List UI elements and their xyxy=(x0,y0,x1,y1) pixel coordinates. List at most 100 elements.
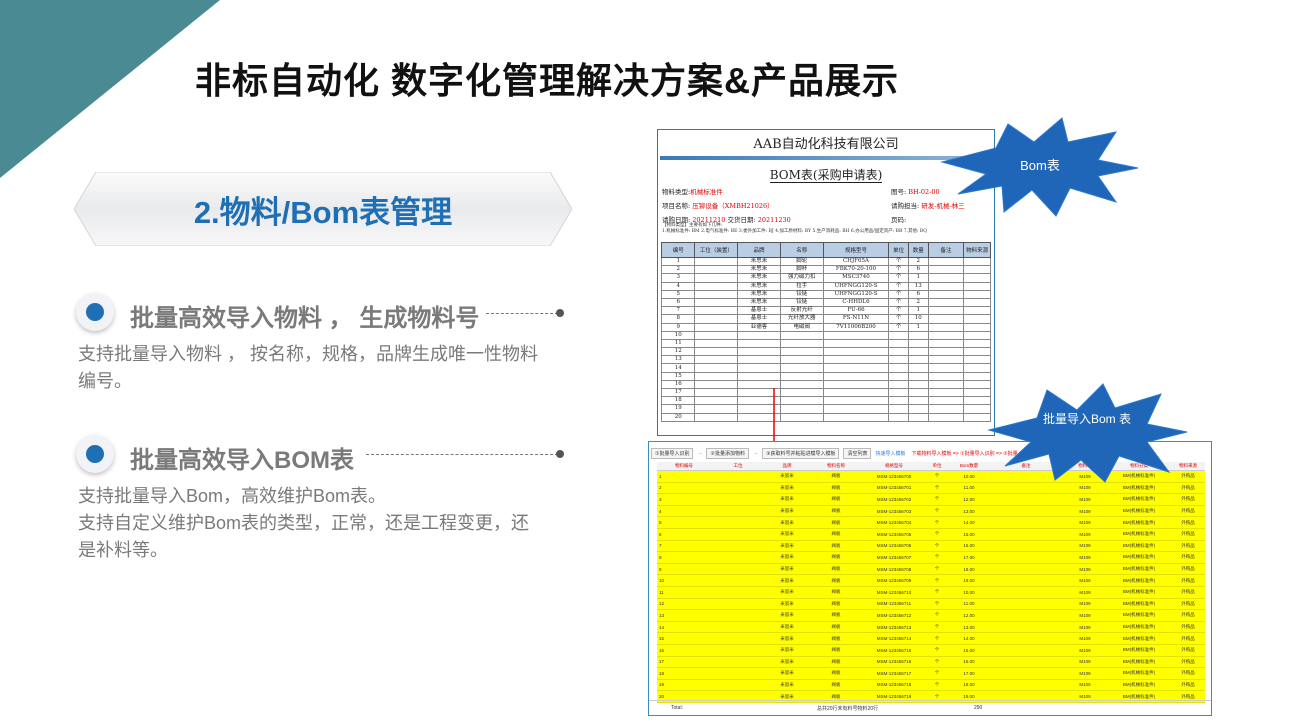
table-row[interactable]: 17 米思米 阀板 MSM-123456716 个 16.00 M109 BM(机械标准件) 外… xyxy=(657,656,1205,669)
table-row[interactable]: 19 米思米 阀板 MSM-123456718 个 18.00 M109 BM(机械标准件) 外… xyxy=(657,679,1205,692)
table-cell[interactable]: 阀板 xyxy=(809,540,863,553)
table-cell[interactable]: M109 xyxy=(1063,574,1107,587)
table-cell[interactable]: 阀板 xyxy=(809,493,863,506)
table-cell[interactable]: M109 xyxy=(1063,505,1107,518)
table-cell[interactable] xyxy=(989,679,1063,692)
table-cell[interactable]: M109 xyxy=(1063,598,1107,611)
table-cell[interactable] xyxy=(989,574,1063,587)
table-cell[interactable]: M109 xyxy=(1063,493,1107,506)
table-cell[interactable]: 外购品 xyxy=(1171,644,1205,657)
table-cell[interactable]: 阀板 xyxy=(809,470,863,483)
table-cell[interactable]: MSM-123456707 xyxy=(863,551,925,564)
table-cell[interactable] xyxy=(989,644,1063,657)
table-cell[interactable]: 外购品 xyxy=(1171,563,1205,576)
table-cell[interactable]: 17 xyxy=(657,656,711,669)
table-cell[interactable]: BM(机械标准件) xyxy=(1107,551,1171,564)
table-cell[interactable]: MSM-123456718 xyxy=(863,679,925,692)
table-cell[interactable] xyxy=(989,528,1063,541)
table-cell[interactable]: 个 xyxy=(925,505,949,518)
table-row[interactable]: 10 米思米 阀板 MSM-123456709 个 19.00 M109 BM(机械标准件) 外… xyxy=(657,574,1205,587)
import-col-header[interactable]: 规格型号 xyxy=(863,462,925,471)
table-cell[interactable]: M109 xyxy=(1063,551,1107,564)
table-cell[interactable]: BM(机械标准件) xyxy=(1107,516,1171,529)
table-cell[interactable] xyxy=(989,493,1063,506)
table-cell[interactable]: 个 xyxy=(925,598,949,611)
toolbar-button[interactable]: ①批量导入识别 xyxy=(651,447,694,459)
table-cell[interactable]: 个 xyxy=(925,632,949,645)
toolbar-button[interactable]: ②批量添加物料 xyxy=(706,447,749,459)
table-cell[interactable]: BM(机械标准件) xyxy=(1107,540,1171,553)
table-cell[interactable]: 18.00 xyxy=(949,679,989,692)
table-cell[interactable]: M109 xyxy=(1063,516,1107,529)
table-cell[interactable]: 9 xyxy=(657,563,711,576)
table-cell[interactable]: BM(机械标准件) xyxy=(1107,586,1171,599)
table-cell[interactable] xyxy=(711,528,765,541)
table-cell[interactable]: 个 xyxy=(925,586,949,599)
table-cell[interactable]: M109 xyxy=(1063,540,1107,553)
table-cell[interactable]: 15.00 xyxy=(949,528,989,541)
table-cell[interactable]: M109 xyxy=(1063,563,1107,576)
table-cell[interactable]: 米思米 xyxy=(765,540,809,553)
table-cell[interactable]: 个 xyxy=(925,644,949,657)
table-cell[interactable]: 个 xyxy=(925,656,949,669)
table-cell[interactable]: 米思米 xyxy=(765,598,809,611)
table-cell[interactable]: MSM-123456708 xyxy=(863,563,925,576)
table-cell[interactable]: 个 xyxy=(925,482,949,495)
table-cell[interactable]: 米思米 xyxy=(765,679,809,692)
table-cell[interactable]: MSM-123456715 xyxy=(863,644,925,657)
table-cell[interactable]: 阀板 xyxy=(809,482,863,495)
table-cell[interactable]: 米思米 xyxy=(765,493,809,506)
table-cell[interactable] xyxy=(989,609,1063,622)
table-cell[interactable]: 米思米 xyxy=(765,667,809,680)
table-cell[interactable]: M109 xyxy=(1063,679,1107,692)
table-cell[interactable]: M109 xyxy=(1063,621,1107,634)
table-cell[interactable] xyxy=(711,505,765,518)
table-cell[interactable]: M109 xyxy=(1063,667,1107,680)
table-cell[interactable]: MSM-123456716 xyxy=(863,656,925,669)
table-cell[interactable] xyxy=(711,667,765,680)
table-cell[interactable]: 米思米 xyxy=(765,551,809,564)
table-cell[interactable]: 12.00 xyxy=(949,493,989,506)
table-cell[interactable]: 个 xyxy=(925,667,949,680)
table-cell[interactable]: 米思米 xyxy=(765,563,809,576)
table-cell[interactable]: 18 xyxy=(657,667,711,680)
table-cell[interactable]: 5 xyxy=(657,516,711,529)
table-cell[interactable]: 外购品 xyxy=(1171,632,1205,645)
table-cell[interactable]: 19.00 xyxy=(949,574,989,587)
table-cell[interactable]: BM(机械标准件) xyxy=(1107,598,1171,611)
table-cell[interactable]: 7 xyxy=(657,540,711,553)
table-row[interactable]: 14 米思米 阀板 MSM-123456713 个 13.00 M109 BM(机械标准件) 外… xyxy=(657,621,1205,634)
table-cell[interactable]: 外购品 xyxy=(1171,540,1205,553)
table-cell[interactable]: BM(机械标准件) xyxy=(1107,621,1171,634)
table-cell[interactable]: 个 xyxy=(925,679,949,692)
table-cell[interactable]: BM(机械标准件) xyxy=(1107,528,1171,541)
table-cell[interactable]: 阀板 xyxy=(809,551,863,564)
table-cell[interactable] xyxy=(989,551,1063,564)
table-cell[interactable] xyxy=(989,563,1063,576)
table-cell[interactable]: 15.00 xyxy=(949,644,989,657)
table-cell[interactable]: 米思米 xyxy=(765,470,809,483)
table-cell[interactable]: 外购品 xyxy=(1171,516,1205,529)
table-cell[interactable]: 个 xyxy=(925,551,949,564)
table-cell[interactable] xyxy=(711,656,765,669)
table-cell[interactable]: 17.00 xyxy=(949,667,989,680)
table-cell[interactable]: 外购品 xyxy=(1171,609,1205,622)
table-row[interactable]: 13 米思米 阀板 MSM-123456712 个 12.00 M109 BM(机械标准件) 外… xyxy=(657,609,1205,622)
table-cell[interactable]: M109 xyxy=(1063,656,1107,669)
table-cell[interactable]: 个 xyxy=(925,470,949,483)
toolbar-button[interactable]: 清空列表 xyxy=(843,447,872,459)
table-cell[interactable] xyxy=(711,644,765,657)
table-cell[interactable]: 米思米 xyxy=(765,516,809,529)
table-cell[interactable]: 阀板 xyxy=(809,586,863,599)
table-cell[interactable]: 个 xyxy=(925,609,949,622)
table-cell[interactable]: MSM-123456702 xyxy=(863,493,925,506)
table-cell[interactable]: 外购品 xyxy=(1171,505,1205,518)
table-cell[interactable]: 阀板 xyxy=(809,563,863,576)
table-cell[interactable]: M109 xyxy=(1063,528,1107,541)
table-cell[interactable]: 米思米 xyxy=(765,644,809,657)
table-cell[interactable]: BM(机械标准件) xyxy=(1107,493,1171,506)
table-cell[interactable]: 外购品 xyxy=(1171,493,1205,506)
table-cell[interactable]: 18.00 xyxy=(949,563,989,576)
table-cell[interactable]: MSM-123456709 xyxy=(863,574,925,587)
table-cell[interactable]: MSM-123456712 xyxy=(863,609,925,622)
